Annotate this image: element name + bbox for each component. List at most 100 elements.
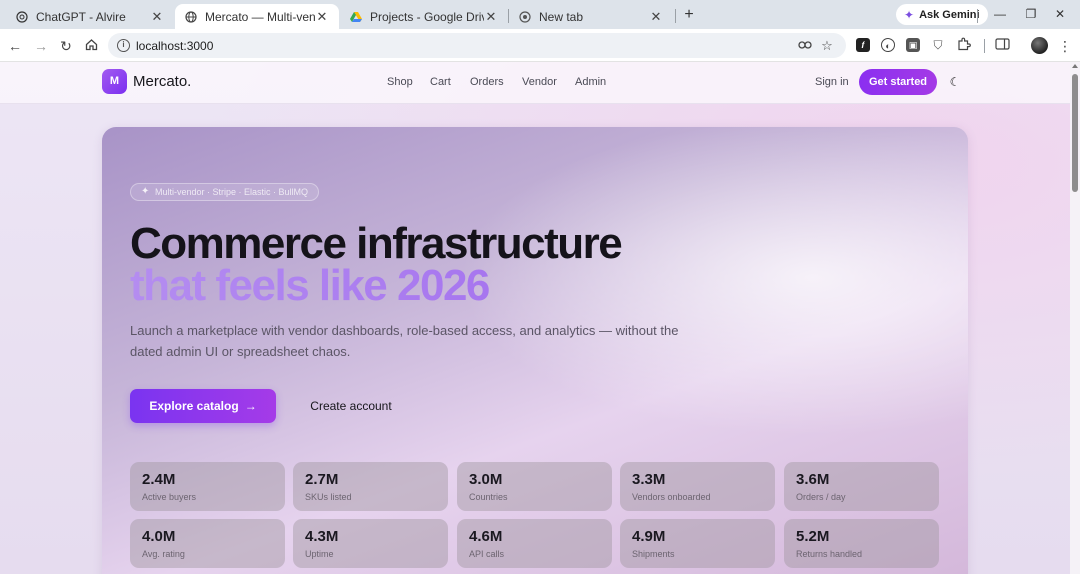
tab-title: ChatGPT - Alvire [36, 9, 126, 24]
nav-orders[interactable]: Orders [470, 76, 504, 88]
stat-value: 2.4M [142, 471, 176, 488]
explore-catalog-label: Explore catalog [149, 399, 239, 413]
tab-new-tab[interactable]: New tab ✕ [509, 4, 673, 29]
stat-label: Countries [469, 492, 508, 502]
restore-icon[interactable]: ❐ [1021, 5, 1041, 23]
tech-stack-pill: ✦ Multi-vendor · Stripe · Elastic · Bull… [130, 183, 320, 201]
hero-lead-text: Launch a marketplace with vendor dashboa… [130, 323, 679, 359]
tab-separator [508, 9, 509, 23]
extension-icon[interactable]: ▣ [906, 38, 920, 52]
stat-value: 4.3M [305, 528, 339, 545]
get-started-button[interactable]: Get started [859, 69, 937, 95]
stat-label: Shipments [632, 549, 675, 559]
stat-card: 3.0M Countries [457, 462, 612, 511]
new-tab-button[interactable]: + [680, 6, 698, 24]
forward-icon[interactable]: → [31, 36, 51, 56]
headline-line-2: that feels like 2026 [130, 261, 490, 310]
minimize-icon[interactable]: — [990, 5, 1010, 23]
stat-label: Active buyers [142, 492, 197, 502]
extension-icon[interactable]: 𝒇 [856, 38, 870, 52]
stat-label: Avg. rating [142, 549, 185, 559]
ask-gemini-label: Ask Gemini [919, 8, 980, 21]
stat-label: Uptime [305, 549, 334, 559]
profile-avatar[interactable] [1031, 37, 1048, 54]
stat-value: 4.6M [469, 528, 503, 545]
tab-title: Projects - Google Drive [370, 9, 484, 24]
back-icon[interactable]: ← [5, 36, 25, 56]
browser-toolbar: ← → ↻ i localhost:3000 ☆ 𝒇 ◐ ▣ ⛉ ⋮ [0, 29, 1080, 62]
tab-mercato[interactable]: Mercato — Multi-vendor comm ✕ [175, 4, 339, 29]
nav-cart[interactable]: Cart [430, 76, 451, 88]
stat-card: 2.4M Active buyers [130, 462, 285, 511]
site-header: M Mercato. Shop Cart Orders Vendor Admin… [0, 62, 1070, 104]
hero-card: ✦ Multi-vendor · Stripe · Elastic · Bull… [102, 127, 968, 574]
shield-icon[interactable]: ⛉ [931, 38, 945, 52]
side-panel-icon[interactable] [994, 37, 1010, 53]
address-bar[interactable]: i localhost:3000 [108, 33, 846, 58]
stat-label: API calls [469, 549, 505, 559]
stat-card: 5.2M Returns handled [784, 519, 939, 568]
site-info-icon[interactable]: i [117, 39, 130, 52]
stat-label: Vendors onboarded [632, 492, 711, 502]
stat-card: 4.9M Shipments [620, 519, 775, 568]
globe-icon [185, 10, 197, 23]
home-icon[interactable] [81, 36, 101, 56]
stat-label: SKUs listed [305, 492, 352, 502]
extension-icon[interactable]: ◐ [881, 38, 895, 52]
close-tab-icon[interactable]: ✕ [484, 9, 498, 25]
stat-value: 4.0M [142, 528, 176, 545]
dark-mode-moon-icon[interactable]: ☾ [948, 75, 962, 89]
ask-gemini-button[interactable]: ✦ Ask Gemini [896, 4, 988, 25]
nav-admin[interactable]: Admin [575, 76, 606, 88]
stat-label: Returns handled [796, 549, 863, 559]
create-account-button[interactable]: Create account [288, 389, 414, 423]
bookmark-star-icon[interactable]: ☆ [819, 38, 835, 54]
tab-title: Mercato — Multi-vendor comm [205, 9, 315, 24]
close-tab-icon[interactable]: ✕ [315, 9, 329, 25]
stat-card: 3.3M Vendors onboarded [620, 462, 775, 511]
tab-chatgpt[interactable]: ChatGPT - Alvire ✕ [6, 4, 174, 29]
stat-card: 3.6M Orders / day [784, 462, 939, 511]
sparkle-icon: ✦ [141, 186, 150, 197]
password-key-icon[interactable] [797, 38, 813, 54]
url-text: localhost:3000 [136, 38, 214, 53]
tab-separator [977, 9, 978, 23]
browser-tab-strip: ChatGPT - Alvire ✕ Mercato — Multi-vendo… [0, 0, 1080, 29]
brand-name[interactable]: Mercato. [133, 73, 191, 90]
stat-value: 3.0M [469, 471, 503, 488]
nav-shop[interactable]: Shop [387, 76, 413, 88]
scrollbar-thumb[interactable] [1072, 74, 1078, 192]
stat-card: 2.7M SKUs listed [293, 462, 448, 511]
close-tab-icon[interactable]: ✕ [150, 9, 164, 25]
stat-value: 3.3M [632, 471, 666, 488]
chrome-icon [519, 10, 531, 23]
close-window-icon[interactable]: ✕ [1050, 5, 1070, 23]
logo-mark[interactable]: M [102, 69, 127, 94]
tab-title: New tab [539, 9, 584, 24]
page-scrollbar[interactable] [1070, 62, 1080, 574]
stat-value: 4.9M [632, 528, 666, 545]
reload-icon[interactable]: ↻ [56, 36, 76, 56]
extensions-puzzle-icon[interactable] [956, 37, 972, 53]
gemini-sparkle-icon: ✦ [904, 7, 915, 22]
chatgpt-icon [16, 10, 28, 23]
arrow-right-icon: → [244, 399, 257, 413]
scroll-up-arrow-icon[interactable] [1072, 64, 1078, 68]
close-tab-icon[interactable]: ✕ [649, 9, 663, 25]
tab-separator [675, 9, 676, 23]
sign-in-link[interactable]: Sign in [815, 76, 849, 88]
page-viewport: M Mercato. Shop Cart Orders Vendor Admin… [0, 62, 1070, 574]
stat-card: 4.6M API calls [457, 519, 612, 568]
tab-google-drive[interactable]: Projects - Google Drive ✕ [340, 4, 508, 29]
stat-value: 3.6M [796, 471, 830, 488]
stat-value: 2.7M [305, 471, 339, 488]
explore-catalog-button[interactable]: Explore catalog → [130, 389, 276, 423]
stat-card: 4.3M Uptime [293, 519, 448, 568]
stat-card: 4.0M Avg. rating [130, 519, 285, 568]
toolbar-separator [984, 39, 985, 53]
stat-label: Orders / day [796, 492, 846, 502]
nav-vendor[interactable]: Vendor [522, 76, 557, 88]
tech-stack-text: Multi-vendor · Stripe · Elastic · BullMQ [155, 187, 309, 197]
stat-value: 5.2M [796, 528, 830, 545]
more-menu-icon[interactable]: ⋮ [1058, 36, 1072, 56]
